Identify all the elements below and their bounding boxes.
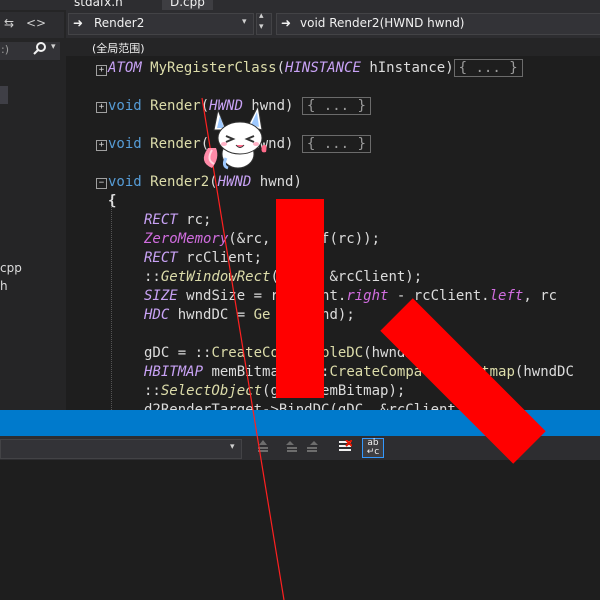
red-vertical-bar (276, 199, 324, 398)
fox-sticker (203, 104, 267, 170)
